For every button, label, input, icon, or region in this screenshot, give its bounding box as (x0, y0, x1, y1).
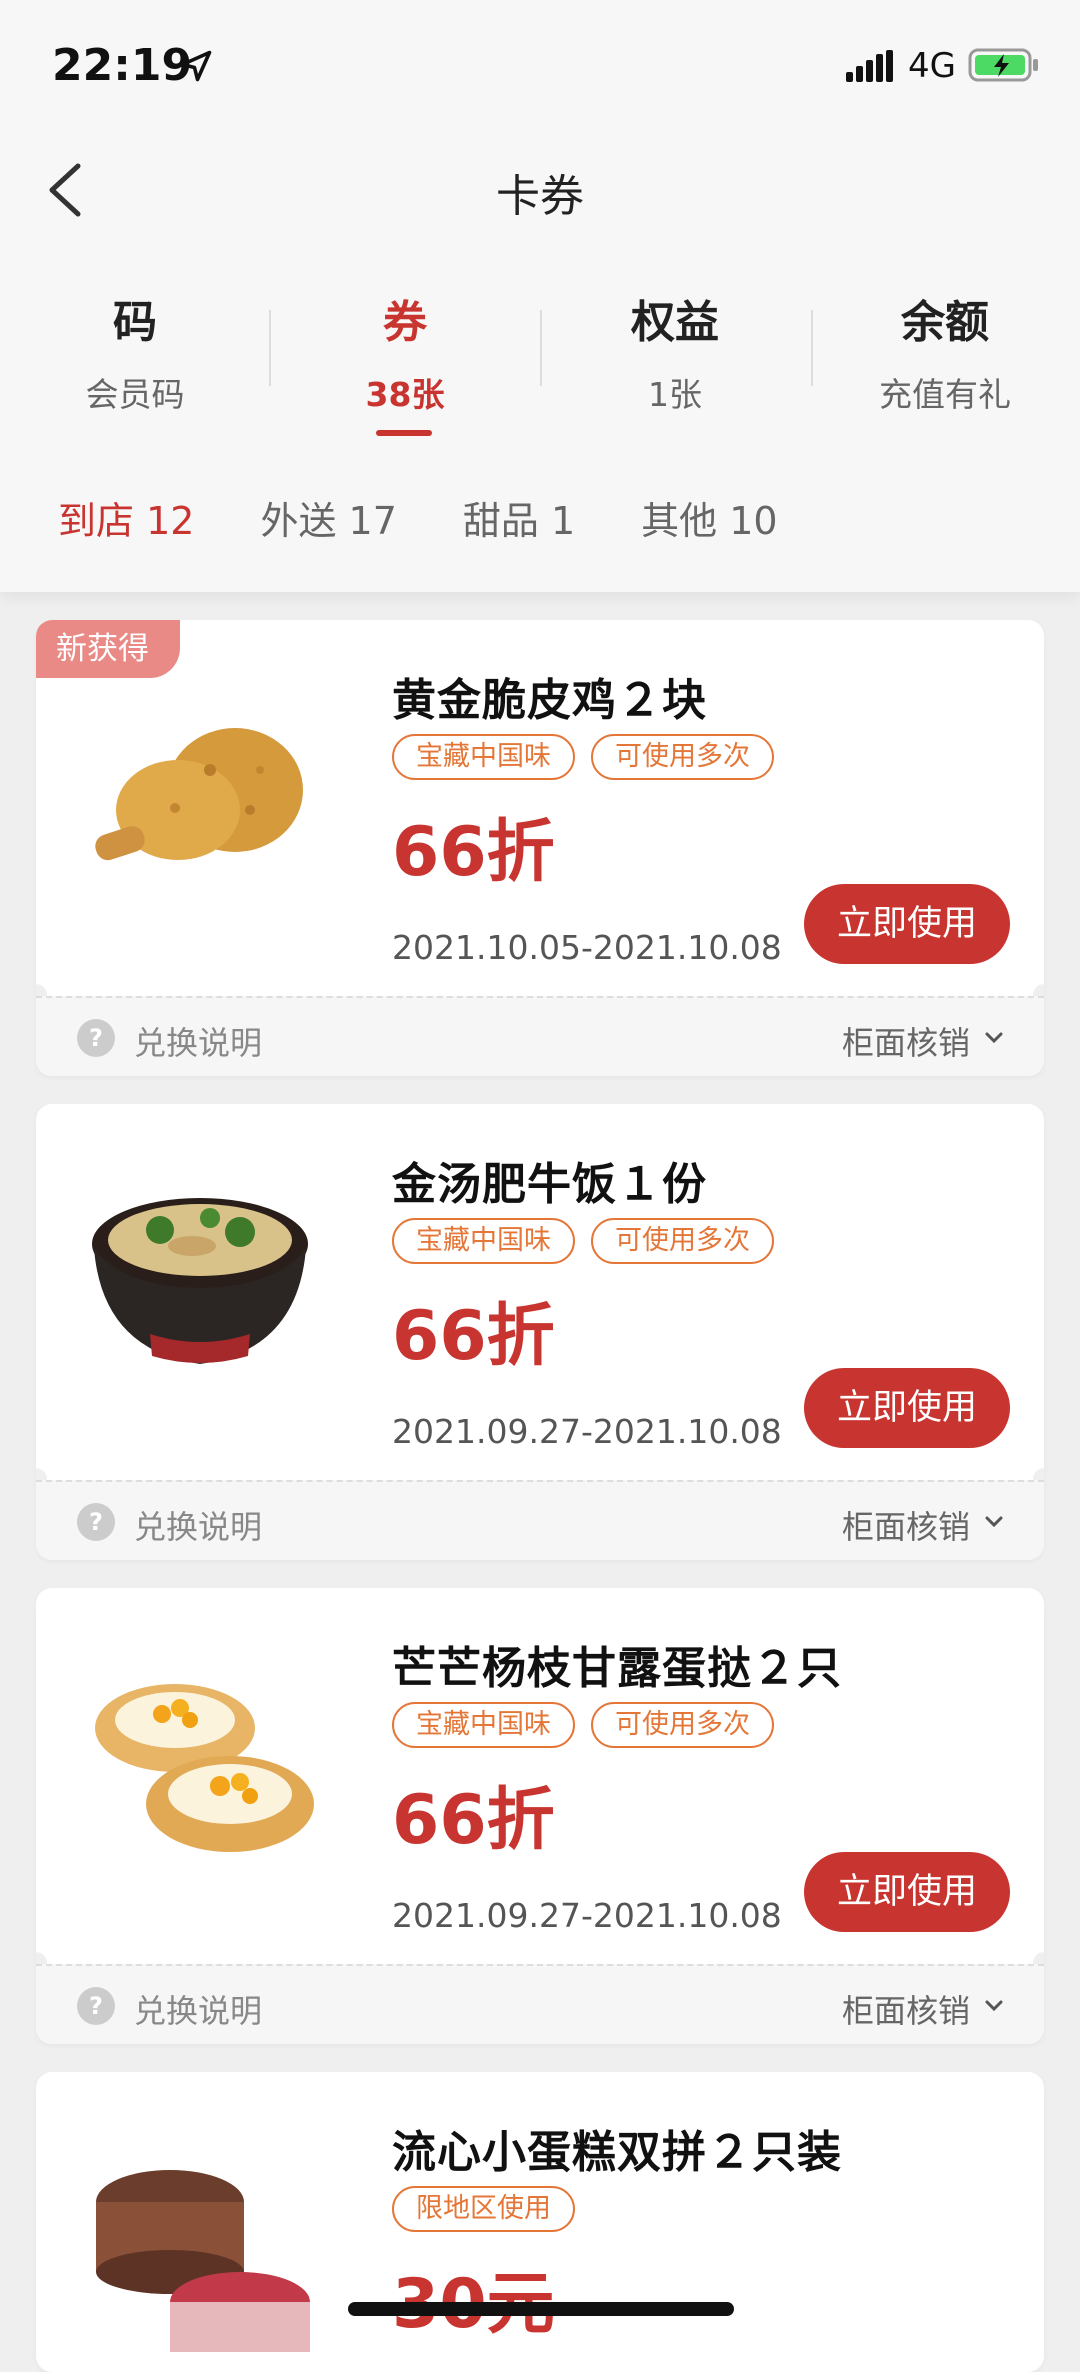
tab-code[interactable]: 码 会员码 (0, 282, 270, 432)
tab-label: 权益 (631, 297, 719, 348)
redeem-rules-link[interactable]: 兑换说明 (134, 1018, 262, 1064)
coupon-discount: 30元 (392, 2248, 555, 2347)
tab-divider (269, 310, 271, 386)
subtab-delivery[interactable]: 外送 17 (260, 490, 396, 545)
coupon-title: 流心小蛋糕双拼２只装 (392, 2127, 842, 2178)
use-now-button[interactable]: 立即使用 (804, 1368, 1010, 1448)
tab-coupons[interactable]: 券 38张 (270, 282, 540, 432)
cake-image (96, 2170, 310, 2352)
coupon-footer: ? 兑换说明 柜面核销 (36, 1480, 1044, 1560)
coupon-footer: ? 兑换说明 柜面核销 (36, 1964, 1044, 2044)
home-indicator (348, 2302, 734, 2316)
question-icon[interactable]: ? (76, 1502, 116, 1542)
question-icon[interactable]: ? (76, 1986, 116, 2026)
redeem-method[interactable]: 柜面核销 (842, 1986, 970, 2032)
tab-sub: 1张 (648, 375, 702, 414)
tab-benefits[interactable]: 权益 1张 (540, 282, 810, 432)
fried-chicken-image (95, 728, 303, 861)
svg-text:?: ? (89, 1024, 103, 1052)
signal-icon (846, 50, 893, 82)
coupon-tags: 限地区使用 (392, 2186, 575, 2232)
coupon-footer: ? 兑换说明 柜面核销 (36, 996, 1044, 1076)
tab-divider (811, 310, 813, 386)
new-badge: 新获得 (36, 620, 180, 678)
coupon-validity: 2021.09.27-2021.10.08 (392, 1896, 782, 1935)
use-now-button[interactable]: 立即使用 (804, 884, 1010, 964)
subtab-other[interactable]: 其他 10 (641, 490, 777, 545)
redeem-method[interactable]: 柜面核销 (842, 1502, 970, 1548)
egg-tart-image (95, 1684, 314, 1852)
coupon-tag: 限地区使用 (392, 2186, 575, 2232)
battery-charging-icon (968, 48, 1038, 82)
coupon-card[interactable]: 流心小蛋糕双拼２只装 限地区使用 30元 (36, 2072, 1044, 2372)
subtab-dessert[interactable]: 甜品 1 (463, 490, 575, 545)
page-title: 卡券 (496, 171, 584, 222)
category-tabs: 到店 12 外送 17 甜品 1 其他 10 (58, 490, 844, 545)
coupon-card[interactable]: 金汤肥牛饭１份 宝藏中国味 可使用多次 66折 2021.09.27-2021.… (36, 1104, 1044, 1560)
beef-rice-bowl-image (92, 1198, 308, 1364)
header-area: 22:19 4G 卡券 码 会员码 券 38张 权益 1张 余额 充值有礼 到店… (0, 0, 1080, 592)
coupon-title: 金汤肥牛饭１份 (392, 1159, 707, 1210)
redeem-method[interactable]: 柜面核销 (842, 1018, 970, 1064)
location-arrow-icon (180, 50, 212, 82)
question-icon[interactable]: ? (76, 1018, 116, 1058)
coupon-validity: 2021.10.05-2021.10.08 (392, 928, 782, 967)
chevron-down-icon[interactable] (984, 1996, 1004, 2016)
coupon-card[interactable]: 新获得 黄金脆皮鸡２块 宝藏中国味 可使用多次 66折 2021.10.05-2… (36, 620, 1044, 1076)
coupon-tag: 可使用多次 (591, 734, 774, 780)
tab-divider (540, 310, 542, 386)
network-type: 4G (908, 46, 956, 86)
tab-sub: 充值有礼 (879, 375, 1011, 414)
coupon-tag: 宝藏中国味 (392, 1218, 575, 1264)
coupon-tag: 可使用多次 (591, 1702, 774, 1748)
tab-label: 码 (113, 297, 157, 348)
tab-label: 余额 (901, 297, 989, 348)
coupon-discount: 66折 (392, 813, 555, 892)
coupon-discount: 66折 (392, 1297, 555, 1376)
use-now-button[interactable]: 立即使用 (804, 1852, 1010, 1932)
chevron-down-icon[interactable] (984, 1512, 1004, 1532)
active-tab-indicator (376, 430, 432, 436)
status-bar: 22:19 4G (0, 0, 1080, 130)
coupon-validity: 2021.09.27-2021.10.08 (392, 1412, 782, 1451)
tab-sub: 38张 (365, 375, 445, 414)
tab-label: 券 (383, 297, 427, 348)
status-time: 22:19 (52, 40, 193, 91)
coupon-tags: 宝藏中国味 可使用多次 (392, 1218, 774, 1264)
redeem-rules-link[interactable]: 兑换说明 (134, 1986, 262, 2032)
chevron-down-icon[interactable] (984, 1028, 1004, 1048)
coupon-tag: 可使用多次 (591, 1218, 774, 1264)
coupon-discount: 66折 (392, 1781, 555, 1860)
coupon-tags: 宝藏中国味 可使用多次 (392, 1702, 774, 1748)
coupon-tags: 宝藏中国味 可使用多次 (392, 734, 774, 780)
coupon-title: 黄金脆皮鸡２块 (392, 675, 707, 726)
tab-sub: 会员码 (85, 375, 185, 414)
coupon-title: 芒芒杨枝甘露蛋挞２只 (392, 1643, 842, 1694)
coupon-tag: 宝藏中国味 (392, 1702, 575, 1748)
redeem-rules-link[interactable]: 兑换说明 (134, 1502, 262, 1548)
tab-balance[interactable]: 余额 充值有礼 (810, 282, 1080, 432)
subtab-instore[interactable]: 到店 12 (58, 490, 194, 545)
coupon-tag: 宝藏中国味 (392, 734, 575, 780)
svg-text:?: ? (89, 1508, 103, 1536)
svg-text:?: ? (89, 1992, 103, 2020)
main-tabs: 码 会员码 券 38张 权益 1张 余额 充值有礼 (0, 282, 1080, 432)
coupon-card[interactable]: 芒芒杨枝甘露蛋挞２只 宝藏中国味 可使用多次 66折 2021.09.27-20… (36, 1588, 1044, 2044)
